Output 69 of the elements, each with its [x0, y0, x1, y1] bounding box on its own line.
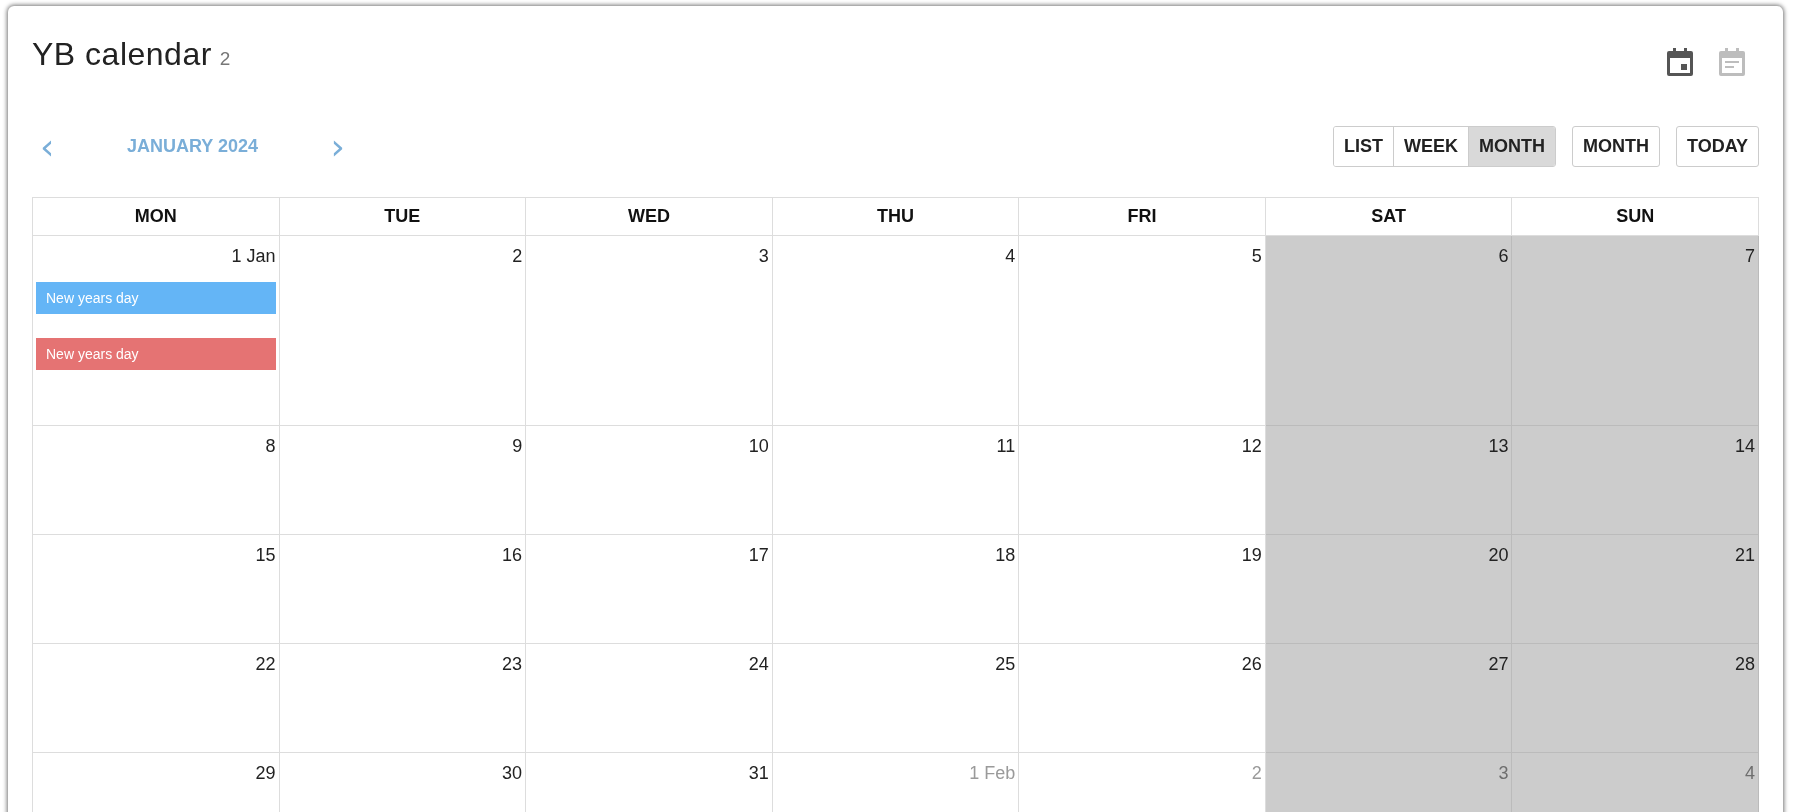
day-number: 2 [512, 246, 523, 267]
day-number: 15 [255, 545, 276, 566]
day-number: 4 [1744, 763, 1755, 784]
day-cell[interactable]: 16 [279, 535, 527, 644]
day-cell[interactable]: 24 [526, 644, 773, 753]
day-number: 16 [502, 545, 523, 566]
day-cell[interactable]: 25 [772, 644, 1020, 753]
day-cell[interactable]: 23 [279, 644, 527, 753]
day-number: 1 Jan [231, 246, 276, 267]
day-number: 4 [1005, 246, 1016, 267]
calendar-icon[interactable] [1667, 48, 1693, 76]
day-number: 31 [748, 763, 769, 784]
day-cell[interactable]: 13 [1265, 426, 1513, 535]
day-cell[interactable]: 2 [279, 236, 527, 426]
day-number: 12 [1241, 436, 1262, 457]
day-number: 29 [255, 763, 276, 784]
day-cell[interactable]: 28 [1512, 644, 1759, 753]
day-number: 19 [1241, 545, 1262, 566]
calendar-count: 2 [219, 48, 231, 69]
day-number: 28 [1734, 654, 1755, 675]
day-number: 20 [1488, 545, 1509, 566]
day-cell[interactable]: 5 [1019, 236, 1266, 426]
toolbar-button[interactable]: MONTH [1571, 126, 1660, 167]
day-number: 25 [995, 654, 1016, 675]
day-cell[interactable]: 27 [1265, 644, 1513, 753]
day-number: 6 [1498, 246, 1509, 267]
day-number: 27 [1488, 654, 1509, 675]
day-cell[interactable]: 11 [772, 426, 1020, 535]
day-cell[interactable]: 6 [1265, 236, 1513, 426]
day-cell[interactable]: 22 [33, 644, 280, 753]
toolbar-button[interactable]: TODAY [1675, 126, 1759, 167]
month-label: JANUARY 2024 [125, 136, 259, 157]
day-cell[interactable]: 3 [526, 236, 773, 426]
day-cell[interactable]: 15 [33, 535, 280, 644]
day-cell[interactable]: 14 [1512, 426, 1759, 535]
day-cell[interactable]: 19 [1019, 535, 1266, 644]
day-number: 22 [255, 654, 276, 675]
day-number: 13 [1488, 436, 1509, 457]
day-cell[interactable]: 18 [772, 535, 1020, 644]
day-number: 21 [1734, 545, 1755, 566]
day-number: 26 [1241, 654, 1262, 675]
day-number: 3 [1498, 763, 1509, 784]
day-number: 24 [748, 654, 769, 675]
day-number: 11 [996, 436, 1016, 457]
day-cell[interactable]: 17 [526, 535, 773, 644]
calendar-title: YB calendar [32, 36, 212, 72]
day-number: 3 [758, 246, 769, 267]
day-number: 2 [1251, 763, 1262, 784]
day-number: 7 [1744, 246, 1755, 267]
day-cell[interactable]: 10 [526, 426, 773, 535]
day-number: 1 Feb [969, 763, 1016, 784]
view-tab[interactable]: MONTH [1467, 127, 1555, 166]
day-cell[interactable]: 4 [772, 236, 1020, 426]
day-number: 5 [1251, 246, 1262, 267]
day-number: 9 [512, 436, 523, 457]
day-number: 23 [502, 654, 523, 675]
day-cell[interactable]: 12 [1019, 426, 1266, 535]
day-number: 10 [748, 436, 769, 457]
day-cell[interactable]: 9 [279, 426, 527, 535]
day-cell[interactable]: 21 [1512, 535, 1759, 644]
day-cell[interactable]: 20 [1265, 535, 1513, 644]
day-number: 30 [502, 763, 523, 784]
day-number: 8 [265, 436, 276, 457]
day-cell[interactable]: 8 [33, 426, 280, 535]
day-number: 17 [748, 545, 769, 566]
day-cell[interactable]: 26 [1019, 644, 1266, 753]
day-cell[interactable]: 7 [1512, 236, 1759, 426]
day-number: 18 [995, 545, 1016, 566]
day-number: 14 [1734, 436, 1755, 457]
